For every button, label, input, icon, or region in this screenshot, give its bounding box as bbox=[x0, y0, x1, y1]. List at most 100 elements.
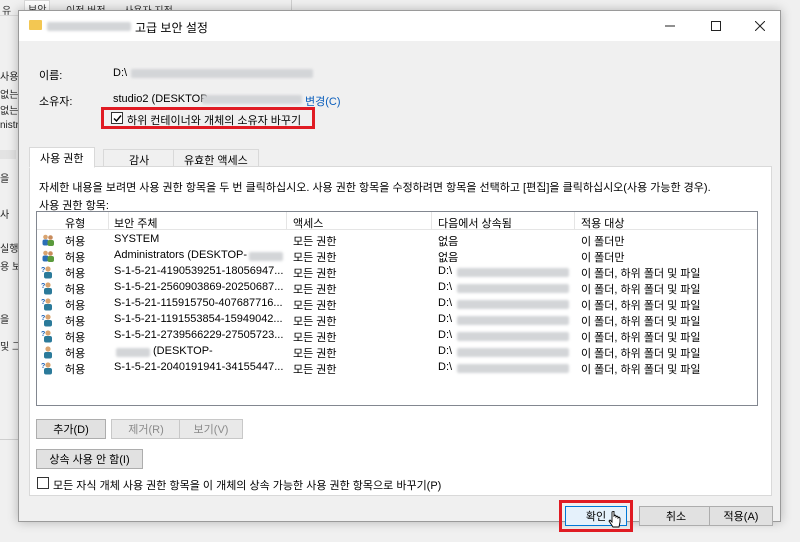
tab-strip: 사용 권한 감사 유효한 액세스 bbox=[29, 147, 773, 168]
redacted-owner bbox=[202, 95, 302, 104]
table-row[interactable]: 허용 SYSTEM 모든 권한 없음 이 폴더만 bbox=[37, 232, 757, 248]
principal-cell: SYSTEM bbox=[114, 233, 160, 245]
owner-value: studio2 (DESKTOP- bbox=[113, 93, 212, 105]
principal-cell: S-1-5-21-2560903869-20250687... bbox=[114, 281, 284, 293]
unknown-user-icon: ? bbox=[41, 313, 55, 327]
principal-cell: S-1-5-21-2739566229-27505723... bbox=[114, 329, 284, 341]
principal-cell: S-1-5-21-115915750-407687716... bbox=[114, 297, 283, 309]
access-cell: 모든 권한 bbox=[293, 300, 337, 312]
unknown-user-icon: ? bbox=[41, 297, 55, 311]
mouse-cursor-icon bbox=[608, 511, 621, 528]
name-label: 이름: bbox=[39, 70, 63, 82]
table-row[interactable]: 허용 (DESKTOP- 모든 권한 D:\ 이 폴더, 하위 폴더 및 파일 bbox=[37, 344, 757, 360]
redacted-folder-name bbox=[47, 22, 131, 31]
access-cell: 모든 권한 bbox=[293, 284, 337, 296]
applies-to-cell: 이 폴더만 bbox=[581, 252, 625, 264]
cancel-button[interactable]: 취소 bbox=[639, 506, 713, 526]
access-cell: 모든 권한 bbox=[293, 252, 337, 264]
type-cell: 허용 bbox=[65, 268, 86, 280]
disable-inheritance-button[interactable]: 상속 사용 안 함(I) bbox=[36, 449, 143, 469]
principal-cell: (DESKTOP- bbox=[153, 345, 213, 357]
access-cell: 모든 권한 bbox=[293, 268, 337, 280]
close-button[interactable] bbox=[738, 11, 782, 41]
type-cell: 허용 bbox=[65, 316, 86, 328]
background-text: 실행 bbox=[0, 244, 19, 255]
redacted-path bbox=[457, 316, 569, 325]
list-header: 유형 보안 주체 액세스 다음에서 상속됨 적용 대상 bbox=[37, 212, 757, 230]
tab-effective-access[interactable]: 유효한 액세스 bbox=[173, 149, 259, 167]
column-header-type[interactable]: 유형 bbox=[65, 215, 85, 231]
minimize-button[interactable] bbox=[648, 11, 692, 41]
svg-text:?: ? bbox=[41, 299, 45, 306]
maximize-button[interactable] bbox=[694, 11, 738, 41]
redacted-path bbox=[457, 332, 569, 341]
permission-entries-list[interactable]: 유형 보안 주체 액세스 다음에서 상속됨 적용 대상 허용 SYSTEM 모든 권… bbox=[36, 211, 758, 406]
background-divider bbox=[0, 150, 16, 159]
type-cell: 허용 bbox=[65, 364, 86, 376]
remove-button[interactable]: 제거(R) bbox=[111, 419, 181, 439]
principal-cell: S-1-5-21-4190539251-18056947... bbox=[114, 265, 284, 277]
title-bar[interactable]: 고급 보안 설정 bbox=[19, 11, 780, 41]
column-header-access[interactable]: 액세스 bbox=[293, 215, 323, 231]
inherited-from-cell: 없음 bbox=[438, 252, 459, 264]
access-cell: 모든 권한 bbox=[293, 236, 337, 248]
table-row[interactable]: ? 허용 S-1-5-21-2560903869-20250687... 모든 권한 D… bbox=[37, 280, 757, 296]
redacted-path bbox=[457, 348, 569, 357]
applies-to-cell: 이 폴더, 하위 폴더 및 파일 bbox=[581, 316, 701, 328]
column-divider[interactable] bbox=[574, 212, 575, 230]
apply-button[interactable]: 적용(A) bbox=[709, 506, 773, 526]
svg-text:?: ? bbox=[41, 331, 45, 338]
applies-to-cell: 이 폴더, 하위 폴더 및 파일 bbox=[581, 300, 701, 312]
group-users-icon bbox=[41, 249, 55, 263]
access-cell: 모든 권한 bbox=[293, 332, 337, 344]
background-text: 사 bbox=[0, 210, 10, 221]
principal-cell: S-1-5-21-2040191941-34155447... bbox=[114, 361, 284, 373]
type-cell: 허용 bbox=[65, 284, 86, 296]
background-tab[interactable]: 유 bbox=[2, 2, 11, 17]
column-divider[interactable] bbox=[286, 212, 287, 230]
type-cell: 허용 bbox=[65, 252, 86, 264]
type-cell: 허용 bbox=[65, 300, 86, 312]
principal-cell: S-1-5-21-1191553854-15949042... bbox=[114, 313, 283, 325]
applies-to-cell: 이 폴더, 하위 폴더 및 파일 bbox=[581, 268, 701, 280]
svg-text:?: ? bbox=[41, 267, 45, 274]
redacted-path bbox=[457, 268, 569, 277]
tab-auditing[interactable]: 감사 bbox=[103, 149, 176, 167]
instructions-text: 자세한 내용을 보려면 사용 권한 항목을 두 번 클릭하십시오. 사용 권한 … bbox=[39, 182, 711, 194]
replace-child-permissions-checkbox[interactable] bbox=[37, 477, 49, 489]
unknown-user-icon: ? bbox=[41, 281, 55, 295]
minimize-icon bbox=[665, 25, 675, 27]
column-divider[interactable] bbox=[431, 212, 432, 230]
table-row[interactable]: ? 허용 S-1-5-21-2040191941-34155447... 모든 권한 D… bbox=[37, 360, 757, 376]
background-text: 사용 bbox=[0, 72, 19, 83]
table-row[interactable]: ? 허용 S-1-5-21-1191553854-15949042... 모든 권한 D… bbox=[37, 312, 757, 328]
svg-text:?: ? bbox=[41, 283, 45, 290]
background-text: nistr bbox=[0, 120, 19, 131]
dialog-body: 이름: D:\ 소유자: studio2 (DESKTOP- 변경(C) 하위 … bbox=[19, 41, 780, 532]
table-row[interactable]: ? 허용 S-1-5-21-4190539251-18056947... 모든 권한 D… bbox=[37, 264, 757, 280]
replace-owner-checkbox[interactable] bbox=[111, 112, 123, 124]
type-cell: 허용 bbox=[65, 348, 86, 360]
column-header-inherited-from[interactable]: 다음에서 상속됨 bbox=[438, 215, 512, 231]
tab-permissions[interactable]: 사용 권한 bbox=[29, 147, 95, 168]
advanced-security-settings-dialog: 고급 보안 설정 이름: D:\ 소유자: studio2 (DESKTOP- … bbox=[18, 10, 781, 532]
access-cell: 모든 권한 bbox=[293, 364, 337, 376]
replace-owner-label: 하위 컨테이너와 개체의 소유자 바꾸기 bbox=[127, 115, 302, 127]
table-row[interactable]: ? 허용 S-1-5-21-115915750-407687716... 모든 권한 D… bbox=[37, 296, 757, 312]
svg-text:?: ? bbox=[41, 363, 45, 370]
column-header-applies-to[interactable]: 적용 대상 bbox=[581, 215, 625, 231]
unknown-user-icon: ? bbox=[41, 329, 55, 343]
type-cell: 허용 bbox=[65, 236, 86, 248]
table-row[interactable]: 허용 Administrators (DESKTOP- 모든 권한 없음 이 폴더만 bbox=[37, 248, 757, 264]
view-button[interactable]: 보기(V) bbox=[179, 419, 243, 439]
background-text: 을 bbox=[0, 315, 10, 326]
background-text: 없는 bbox=[0, 106, 19, 117]
type-cell: 허용 bbox=[65, 332, 86, 344]
column-header-principal[interactable]: 보안 주체 bbox=[114, 215, 158, 231]
column-divider[interactable] bbox=[108, 212, 109, 230]
background-text: 없는 bbox=[0, 90, 19, 101]
table-row[interactable]: ? 허용 S-1-5-21-2739566229-27505723... 모든 권한 D… bbox=[37, 328, 757, 344]
background-text: 을 bbox=[0, 174, 10, 185]
folder-icon bbox=[29, 20, 42, 30]
add-button[interactable]: 추가(D) bbox=[36, 419, 106, 439]
